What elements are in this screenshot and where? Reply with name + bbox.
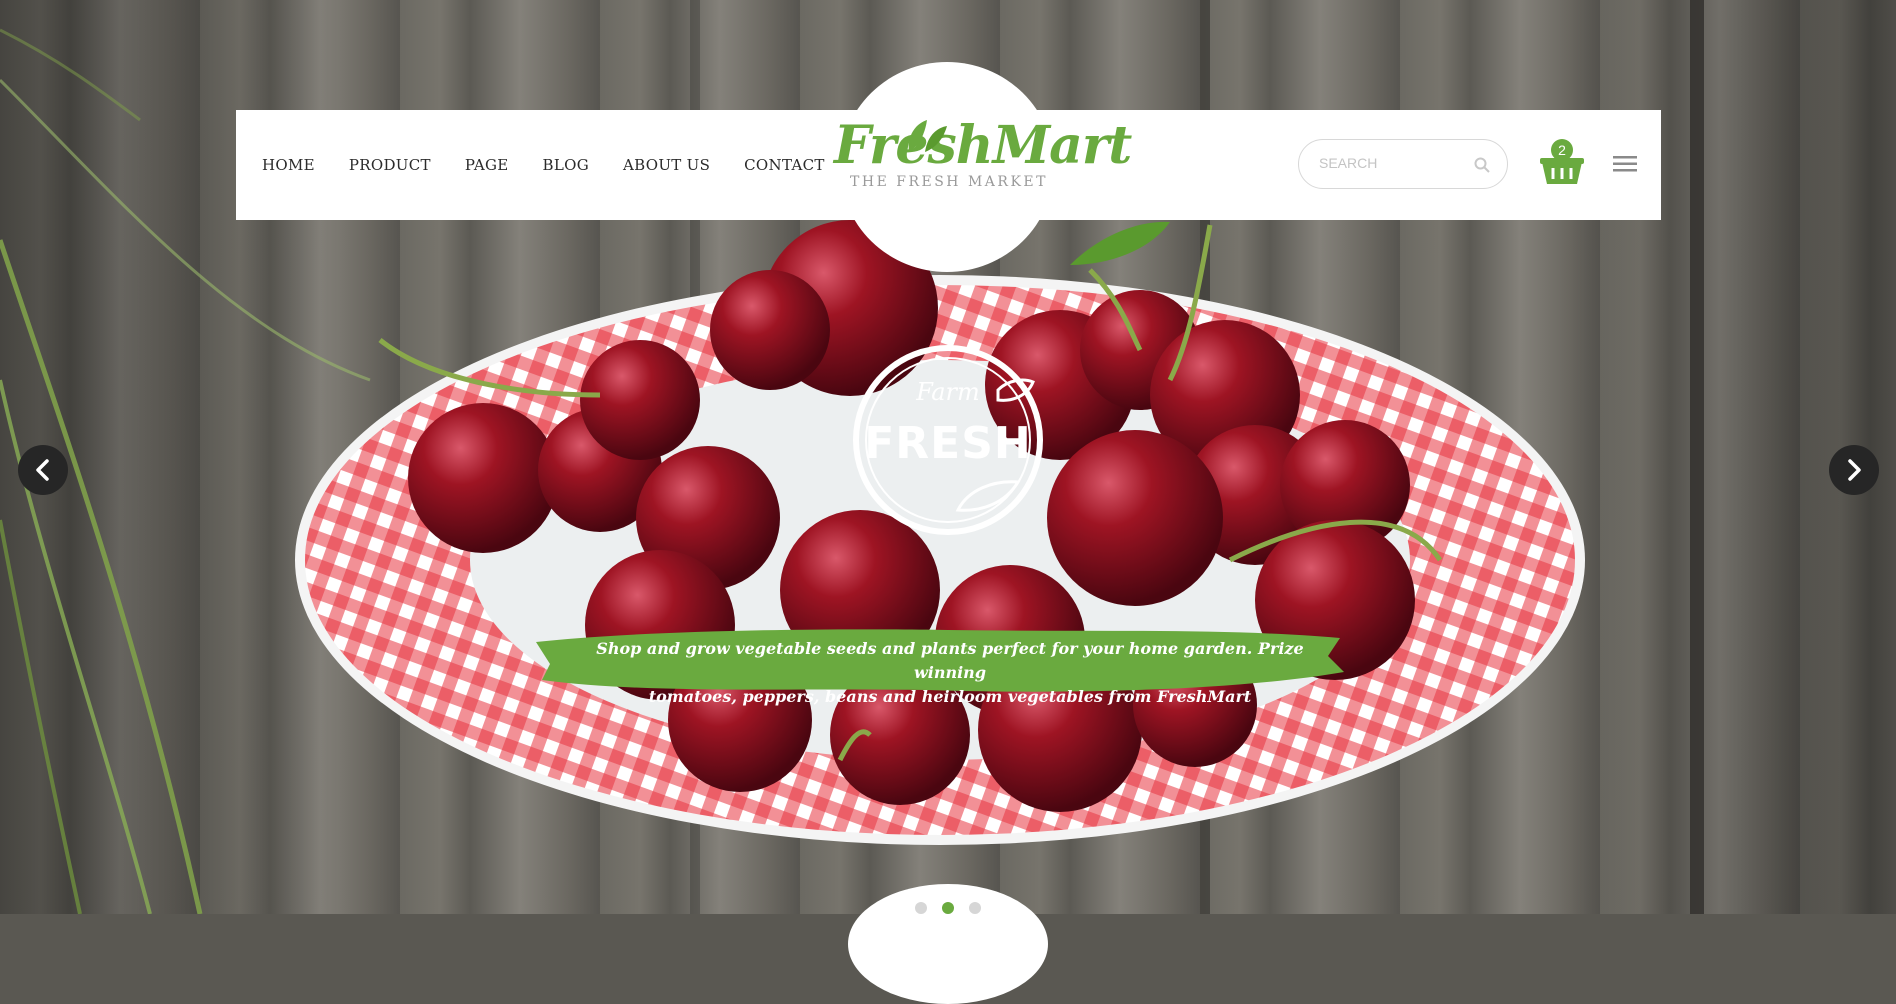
leaf-icon bbox=[908, 120, 947, 152]
badge-top-text: Farm bbox=[916, 378, 980, 406]
chevron-right-icon bbox=[1848, 459, 1861, 481]
nav-item-product[interactable]: PRODUCT bbox=[349, 156, 431, 174]
slider-dot[interactable] bbox=[969, 902, 981, 914]
search-box[interactable] bbox=[1298, 139, 1508, 189]
badge-main-text: FRESH bbox=[864, 418, 1032, 469]
cart-count-badge: 2 bbox=[1551, 139, 1573, 161]
slider-prev-button[interactable] bbox=[18, 445, 68, 495]
slider-next-button[interactable] bbox=[1829, 445, 1879, 495]
chevron-left-icon bbox=[36, 459, 49, 481]
slider-dot[interactable] bbox=[915, 902, 927, 914]
logo-name: FreshMart bbox=[834, 115, 1132, 176]
nav-item-page[interactable]: PAGE bbox=[465, 156, 509, 174]
caption-line-2: tomatoes, peppers, beans and heirloom ve… bbox=[648, 687, 1252, 706]
search-icon[interactable] bbox=[1473, 156, 1491, 174]
slider-caption: Shop and grow vegetable seeds and plants… bbox=[560, 637, 1340, 709]
main-nav: HOME PRODUCT PAGE BLOG ABOUT US CONTACT bbox=[262, 110, 859, 220]
slider-dot-active[interactable] bbox=[942, 902, 954, 914]
search-input[interactable] bbox=[1317, 154, 1471, 172]
caption-line-1: Shop and grow vegetable seeds and plants… bbox=[596, 639, 1304, 682]
nav-item-blog[interactable]: BLOG bbox=[543, 156, 589, 174]
hamburger-menu-icon[interactable] bbox=[1613, 155, 1637, 173]
nav-item-about-us[interactable]: ABOUT US bbox=[623, 156, 710, 174]
logo-tagline: THE FRESH MARKET bbox=[850, 174, 1048, 190]
nav-item-home[interactable]: HOME bbox=[262, 156, 315, 174]
site-logo[interactable]: FreshMart THE FRESH MARKET bbox=[834, 115, 1132, 191]
nav-item-contact[interactable]: CONTACT bbox=[744, 156, 825, 174]
